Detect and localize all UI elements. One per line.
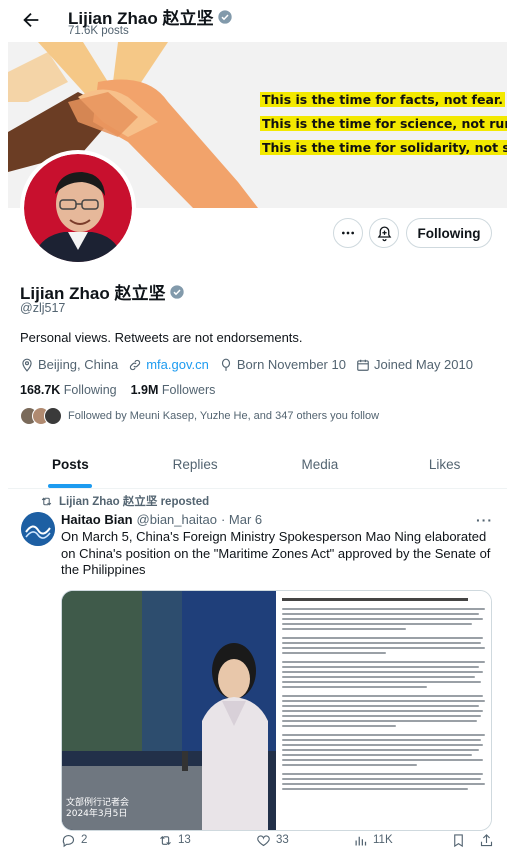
birth-text: Born November 10 (236, 357, 346, 372)
bell-plus-icon (377, 225, 391, 241)
verified-icon (218, 9, 233, 24)
verified-icon (170, 284, 185, 299)
location-pin-icon (22, 358, 32, 372)
following-label: Following (63, 383, 117, 397)
reply-count: 2 (81, 834, 88, 846)
more-icon (342, 231, 354, 235)
reply-icon (62, 834, 75, 847)
post-author-name[interactable]: Haitao Bian (61, 512, 133, 527)
media-caption-line: 2024年3月5日 (66, 809, 128, 819)
birth-item: Born November 10 (219, 357, 346, 372)
avatar (44, 407, 62, 425)
share-icon (480, 833, 493, 846)
followers-label: Followers (161, 383, 216, 397)
post-date[interactable]: · Mar 6 (221, 512, 262, 527)
joined-item: Joined May 2010 (356, 357, 473, 372)
post-text: On March 5, China's Foreign Ministry Spo… (61, 529, 491, 577)
profile-avatar[interactable] (20, 150, 136, 266)
followers-stat[interactable]: 1.9M Followers (131, 383, 216, 397)
views-count: 11K (373, 834, 393, 846)
banner-line: This is the time for facts, not fear. (260, 92, 506, 107)
reply-button[interactable]: 2 (61, 833, 87, 848)
location-text: Beijing, China (38, 357, 119, 372)
post-header: Haitao Bian @bian_haitao · Mar 6 (61, 512, 262, 527)
location-item: Beijing, China (20, 357, 118, 372)
profile-bio: Personal views. Retweets are not endorse… (20, 330, 303, 345)
heart-icon (257, 834, 270, 846)
profile-handle: @zlj517 (20, 301, 66, 315)
repost-icon (41, 496, 52, 506)
like-button[interactable]: 33 (256, 833, 289, 848)
document-image (276, 591, 491, 830)
following-button[interactable]: Following (406, 218, 492, 248)
tab-likes[interactable]: Likes (382, 441, 507, 488)
profile-meta: Beijing, China mfa.gov.cn Born November … (20, 357, 483, 372)
following-count: 168.7K (20, 383, 61, 397)
banner-line: This is the time for solidarity, not sti… (260, 140, 507, 155)
back-arrow-icon[interactable] (20, 9, 42, 31)
website-item: mfa.gov.cn (128, 357, 209, 372)
like-count: 33 (276, 834, 289, 846)
bookmark-button[interactable] (451, 833, 466, 848)
website-link[interactable]: mfa.gov.cn (146, 357, 209, 372)
post-more-icon[interactable]: ··· (476, 512, 493, 528)
views-chart-icon (355, 836, 367, 845)
media-caption-line: 文部例行记者会 (66, 798, 130, 808)
repost-label: Lijian Zhao 赵立坚 reposted (59, 496, 210, 508)
banner-line: This is the time for science, not rumors… (260, 116, 507, 131)
tab-media[interactable]: Media (258, 441, 383, 488)
repost-count: 13 (178, 834, 191, 846)
followed-by-avatars (20, 407, 62, 425)
header-posts-count: 71.6K posts (68, 25, 129, 37)
top-bar: Lijian Zhao 赵立坚 71.6K posts (0, 0, 511, 42)
profile-tabs: Posts Replies Media Likes (8, 441, 507, 489)
calendar-icon (357, 359, 369, 371)
followed-by-text: Followed by Meuni Kasep, Yuzhe He, and 3… (68, 410, 380, 422)
followed-by[interactable]: Followed by Meuni Kasep, Yuzhe He, and 3… (20, 407, 379, 425)
followers-count: 1.9M (130, 383, 159, 397)
tab-posts[interactable]: Posts (8, 441, 133, 488)
bookmark-icon (454, 833, 463, 847)
more-options-button[interactable] (333, 218, 363, 248)
repost-icon (160, 835, 171, 845)
joined-text: Joined May 2010 (373, 357, 473, 372)
notifications-button[interactable] (369, 218, 399, 248)
media-caption: 文部例行记者会 2024年3月5日 (66, 798, 129, 820)
repost-button[interactable]: 13 (158, 833, 191, 848)
share-button[interactable] (479, 833, 494, 848)
following-stat[interactable]: 168.7K Following (20, 383, 117, 397)
post-media[interactable]: 文部例行记者会 2024年3月5日 (61, 590, 492, 831)
balloon-icon (221, 358, 230, 371)
repost-indicator[interactable]: Lijian Zhao 赵立坚 reposted (40, 493, 209, 509)
link-icon (130, 359, 141, 370)
post-author-handle[interactable]: @bian_haitao (137, 512, 217, 527)
profile-stats: 168.7K Following 1.9M Followers (20, 383, 215, 397)
tab-replies[interactable]: Replies (133, 441, 258, 488)
views-button[interactable]: 11K (353, 833, 393, 848)
press-photo: 文部例行记者会 2024年3月5日 (62, 591, 276, 830)
post-author-avatar[interactable] (21, 512, 55, 546)
